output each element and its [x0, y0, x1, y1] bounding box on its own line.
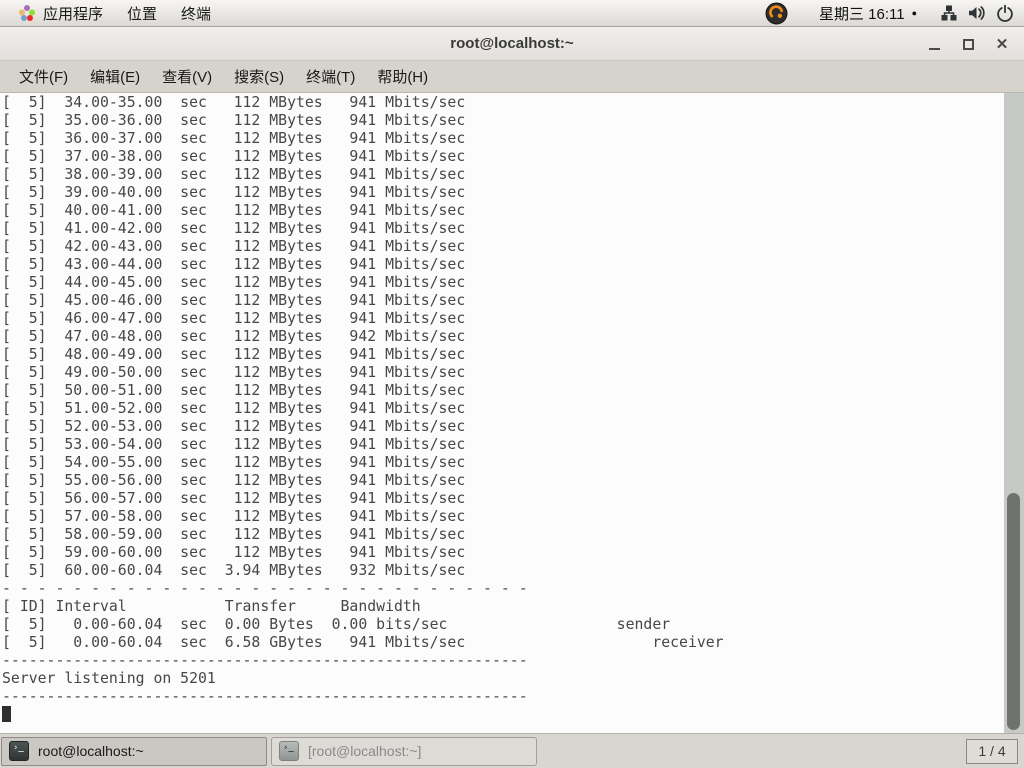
applications-menu-label: 应用程序 [43, 3, 103, 24]
close-button[interactable]: ✕ [990, 32, 1014, 56]
terminal-cursor [2, 706, 11, 722]
terminal-window-icon [9, 741, 29, 761]
panel-clock[interactable]: 星期三 16:11 [819, 3, 905, 24]
places-menu[interactable]: 位置 [115, 0, 169, 26]
network-icon[interactable] [940, 4, 958, 22]
scrollbar-track[interactable] [1004, 93, 1024, 733]
taskbar-window-label: root@localhost:~ [38, 743, 144, 759]
maximize-button[interactable] [956, 32, 980, 56]
terminal-screen[interactable]: [ 5] 34.00-35.00 sec 112 MBytes 941 Mbit… [0, 93, 1024, 733]
desktop: 应用程序 位置 终端 星期三 16:11 ● [0, 0, 1024, 768]
close-icon: ✕ [996, 37, 1009, 52]
window-controls: ✕ [922, 27, 1014, 61]
top-panel: 应用程序 位置 终端 星期三 16:11 ● [0, 0, 1024, 27]
minimize-button[interactable] [922, 32, 946, 56]
menu-search[interactable]: 搜索(S) [223, 66, 295, 87]
taskbar-window-terminal-active[interactable]: root@localhost:~ [1, 737, 267, 766]
panel-status-area: 星期三 16:11 ● [765, 2, 1024, 25]
applications-icon [18, 4, 36, 22]
terminal-output: [ 5] 34.00-35.00 sec 112 MBytes 941 Mbit… [2, 94, 724, 706]
places-menu-label: 位置 [127, 3, 157, 24]
window-title: root@localhost:~ [0, 27, 1024, 61]
scrollbar-thumb[interactable] [1007, 493, 1020, 730]
terminal-menu[interactable]: 终端 [169, 0, 223, 26]
window-titlebar[interactable]: root@localhost:~ ✕ [0, 27, 1024, 61]
maximize-icon [963, 39, 974, 50]
terminal-menu-label: 终端 [181, 3, 211, 24]
abrt-notifier-icon[interactable] [765, 2, 788, 25]
power-icon[interactable] [996, 4, 1014, 22]
menu-view[interactable]: 查看(V) [151, 66, 223, 87]
volume-icon[interactable] [967, 4, 987, 22]
terminal-menubar: 文件(F) 编辑(E) 查看(V) 搜索(S) 终端(T) 帮助(H) [0, 61, 1024, 93]
taskbar-window-label: [root@localhost:~] [308, 743, 421, 759]
terminal-window-icon [279, 741, 299, 761]
menu-help[interactable]: 帮助(H) [366, 66, 439, 87]
minimize-icon [929, 48, 940, 50]
taskbar: root@localhost:~ [root@localhost:~] 1 / … [0, 733, 1024, 768]
applications-menu[interactable]: 应用程序 [6, 0, 115, 26]
menu-edit[interactable]: 编辑(E) [79, 66, 151, 87]
taskbar-window-terminal-minimized[interactable]: [root@localhost:~] [271, 737, 537, 766]
menu-file[interactable]: 文件(F) [8, 66, 79, 87]
menu-terminal[interactable]: 终端(T) [295, 66, 366, 87]
workspace-pager[interactable]: 1 / 4 [966, 739, 1018, 764]
notification-dot-icon: ● [912, 8, 917, 18]
panel-menus: 应用程序 位置 终端 [0, 0, 223, 26]
